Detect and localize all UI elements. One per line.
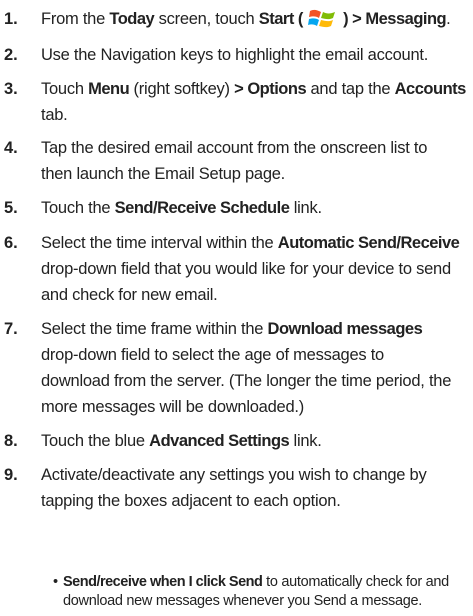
step-number: 5. [4, 199, 18, 217]
step-text: Select the time interval within the Auto… [41, 234, 460, 304]
bold-term: Send/receive when I click Send [63, 574, 263, 590]
step-number: 7. [4, 320, 18, 338]
step-text: Tap the desired email account from the o… [41, 139, 428, 183]
bold-term: Today [109, 10, 155, 28]
step-text: Activate/deactivate any settings you wis… [41, 466, 427, 510]
step-text: Touch the Send/Receive Schedule link. [41, 199, 322, 217]
step-number: 8. [4, 432, 18, 450]
windows-start-icon [307, 7, 338, 38]
bold-term: Automatic Send/Receive [277, 234, 460, 252]
bold-term: Download messages [267, 320, 423, 338]
bold-term: Start [258, 10, 295, 28]
step-number: 3. [4, 80, 18, 98]
step-number: 9. [4, 466, 18, 484]
bold-term: Advanced Settings [149, 432, 290, 450]
bold-term: Send/Receive Schedule [114, 199, 290, 217]
step-number: 4. [4, 139, 18, 157]
bold-term: Accounts [394, 80, 467, 98]
bullet-dot: • [53, 574, 58, 590]
instruction-page: 1. From the Today screen, touch Start ( … [0, 0, 473, 616]
step-number: 6. [4, 234, 18, 252]
step-text: Touch Menu (right softkey) > Options and… [41, 80, 467, 124]
bullet-text: Send/receive when I click Send to automa… [63, 574, 449, 609]
step-text: Touch the blue Advanced Settings link. [41, 432, 322, 450]
step-number: 2. [4, 46, 18, 64]
step-text: Select the time frame within the Downloa… [41, 320, 452, 416]
bold-term: ( [293, 10, 307, 28]
step-text: From the Today screen, touch Start ( ) >… [41, 6, 471, 38]
step-number: 1. [4, 10, 18, 28]
bold-term: > Options [234, 80, 307, 98]
step-text: Use the Navigation keys to highlight the… [41, 46, 429, 64]
bold-term: Menu [88, 80, 130, 98]
bold-term: ) > Messaging [338, 10, 447, 28]
